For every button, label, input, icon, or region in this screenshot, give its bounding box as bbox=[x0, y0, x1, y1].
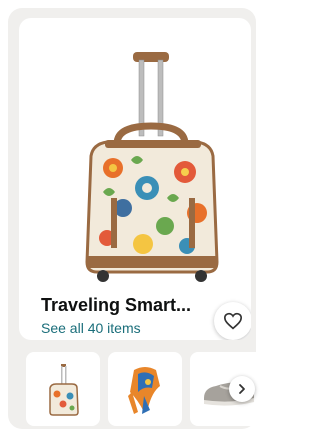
product-title[interactable]: Traveling Smart... bbox=[41, 294, 211, 316]
chevron-right-icon bbox=[239, 384, 245, 394]
heart-icon bbox=[223, 312, 243, 330]
main-product-card[interactable]: Traveling Smart... See all 40 items bbox=[19, 18, 251, 340]
thumbnail-rolling-bag[interactable] bbox=[26, 352, 100, 426]
product-image bbox=[85, 52, 219, 282]
scarf-thumbnail-image bbox=[128, 367, 160, 414]
next-thumbnail-button[interactable] bbox=[229, 376, 255, 402]
product-card: Traveling Smart... See all 40 items bbox=[8, 8, 264, 429]
thumbnail-scarf[interactable] bbox=[108, 352, 182, 426]
rolling-bag-thumbnail-image bbox=[49, 364, 79, 416]
see-all-items-link[interactable]: See all 40 items bbox=[41, 319, 141, 337]
favorite-button[interactable] bbox=[214, 302, 251, 340]
